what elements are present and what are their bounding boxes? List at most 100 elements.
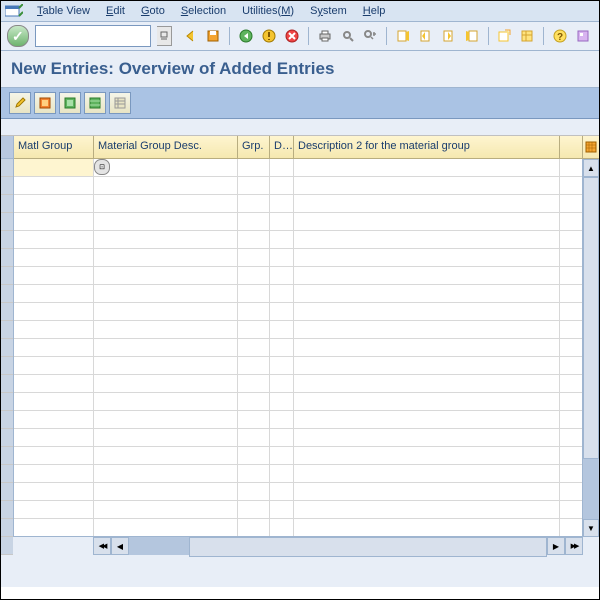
table-cell[interactable] [270,267,294,284]
table-cell[interactable] [94,321,238,338]
table-cell[interactable] [294,303,560,320]
menu-edit[interactable]: Edit [98,3,133,19]
table-cell[interactable] [238,159,270,176]
column-header[interactable]: D... [270,136,294,158]
table-cell[interactable] [294,501,560,518]
table-settings-icon[interactable] [582,136,599,159]
next-page-icon[interactable] [439,26,459,46]
table-cell[interactable] [270,357,294,374]
table-cell[interactable] [270,411,294,428]
row-selector[interactable] [1,195,13,213]
table-cell[interactable] [14,411,94,428]
table-cell[interactable] [294,195,560,212]
table-cell[interactable] [270,429,294,446]
table-cell[interactable] [14,249,94,266]
table-cell[interactable] [94,195,238,212]
table-cell[interactable] [238,267,270,284]
customize-icon[interactable] [573,26,593,46]
table-cell[interactable] [238,249,270,266]
scroll-up-icon[interactable]: ▲ [583,159,599,177]
row-selector[interactable] [1,267,13,285]
table-cell[interactable] [270,231,294,248]
table-cell[interactable] [94,375,238,392]
vertical-scrollbar[interactable]: ▲ ▼ [582,159,599,536]
row-selector[interactable] [1,447,13,465]
table-cell[interactable] [238,429,270,446]
table-cell[interactable] [238,339,270,356]
table-cell[interactable] [238,195,270,212]
prev-page-icon[interactable] [416,26,436,46]
column-header[interactable]: Material Group Desc. [94,136,238,158]
menu-utilities[interactable]: Utilities(M) [234,3,302,19]
table-cell[interactable] [270,483,294,500]
row-selector[interactable] [1,375,13,393]
table-cell[interactable] [14,393,94,410]
table-cell[interactable] [270,285,294,302]
row-selector[interactable] [1,483,13,501]
table-cell[interactable] [270,213,294,230]
row-selector[interactable] [1,339,13,357]
table-cell[interactable] [14,213,94,230]
table-cell[interactable] [294,159,560,176]
table-cell[interactable] [294,267,560,284]
table-cell[interactable] [14,303,94,320]
table-cell[interactable] [94,177,238,194]
table-cell[interactable] [14,195,94,212]
table-cell[interactable] [238,501,270,518]
find-next-icon[interactable] [360,26,380,46]
table-cell[interactable] [270,447,294,464]
print-icon[interactable] [315,26,335,46]
table-cell[interactable] [294,177,560,194]
table-cell[interactable] [270,321,294,338]
row-selector[interactable] [1,177,13,195]
table-cell[interactable] [14,267,94,284]
table-cell[interactable] [294,321,560,338]
back-icon[interactable] [181,26,201,46]
table-cell[interactable] [94,267,238,284]
f4-help-icon[interactable]: ⊡ [94,159,110,175]
table-cell[interactable] [94,411,238,428]
scroll-first-icon[interactable]: ◀◀ [93,537,111,555]
first-page-icon[interactable] [393,26,413,46]
change-icon[interactable] [9,92,31,114]
table-cell[interactable] [270,375,294,392]
table-cell[interactable] [94,447,238,464]
table-cell[interactable] [270,393,294,410]
config-icon[interactable] [109,92,131,114]
table-cell[interactable] [238,393,270,410]
table-cell[interactable] [294,339,560,356]
scroll-last-icon[interactable]: ▶▶ [565,537,583,555]
row-selector[interactable] [1,357,13,375]
menu-system[interactable]: System [302,3,355,19]
menu-selection[interactable]: Selection [173,3,234,19]
table-cell[interactable] [14,357,94,374]
table-cell[interactable] [238,285,270,302]
table-cell[interactable] [94,249,238,266]
table-cell[interactable] [238,321,270,338]
table-cell[interactable] [14,159,94,176]
table-cell[interactable] [238,411,270,428]
table-cell[interactable] [294,465,560,482]
table-cell[interactable] [294,429,560,446]
table-cell[interactable] [14,465,94,482]
column-header[interactable]: Matl Group [14,136,94,158]
table-cell[interactable] [294,285,560,302]
table-cell[interactable] [294,483,560,500]
table-cell[interactable] [294,375,560,392]
table-cell[interactable] [294,411,560,428]
row-selector[interactable] [1,321,13,339]
scroll-down-icon[interactable]: ▼ [583,519,599,536]
table-cell[interactable] [14,483,94,500]
layout-icon[interactable] [517,26,537,46]
table-cell[interactable] [270,249,294,266]
cancel-icon[interactable] [282,26,302,46]
last-page-icon[interactable] [462,26,482,46]
table-cell[interactable] [294,357,560,374]
table-cell[interactable] [94,213,238,230]
window-menu-icon[interactable] [5,4,23,18]
row-selector[interactable] [1,249,13,267]
scroll-right-icon[interactable]: ▶ [547,537,565,555]
row-selector[interactable] [1,465,13,483]
table-cell[interactable] [94,393,238,410]
table-cell[interactable] [294,231,560,248]
